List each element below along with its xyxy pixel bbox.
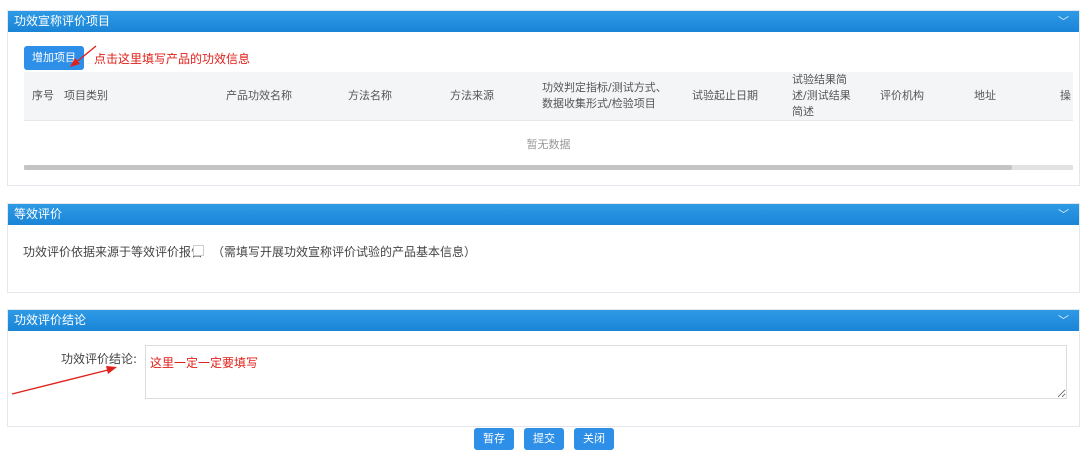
close-button[interactable]: 关闭 [574, 428, 614, 450]
add-project-button[interactable]: 增加项目 [24, 46, 84, 70]
equivalent-checkbox[interactable] [193, 245, 204, 256]
panel-header[interactable]: 功效宣称评价项目 ﹀ [8, 11, 1079, 32]
save-draft-button[interactable]: 暂存 [474, 428, 514, 450]
horizontal-scrollbar[interactable] [24, 165, 1073, 170]
table-empty-row: 暂无数据 [24, 121, 1073, 167]
panel-title: 功效评价结论 [14, 313, 87, 327]
col-test-dates: 试验起止日期 [682, 72, 782, 121]
col-category: 项目类别 [54, 72, 196, 121]
col-institution: 评价机构 [870, 72, 964, 121]
panel-title: 等效评价 [14, 207, 63, 221]
table-header-row: 序号 项目类别 产品功效名称 方法名称 方法来源 功效判定指标/测试方式、数据收… [24, 72, 1073, 121]
chevron-down-icon[interactable]: ﹀ [1058, 204, 1069, 225]
panel-header[interactable]: 等效评价 ﹀ [8, 204, 1079, 225]
conclusion-textarea[interactable]: 这里一定一定要填写 [145, 345, 1067, 399]
chevron-down-icon[interactable]: ﹀ [1058, 310, 1069, 331]
equivalent-label: 功效评价依据来源于等效评价报告 [23, 245, 204, 259]
panel-title: 功效宣称评价项目 [14, 14, 111, 28]
conclusion-label: 功效评价结论: [61, 352, 138, 366]
equivalent-note: （需填写开展功效宣称评价试验的产品基本信息） [212, 245, 477, 259]
col-action: 操 [1054, 72, 1073, 121]
col-indicator: 功效判定指标/测试方式、数据收集形式/检验项目 [532, 72, 682, 121]
col-address: 地址 [964, 72, 1054, 121]
panel-header[interactable]: 功效评价结论 ﹀ [8, 310, 1079, 331]
col-efficacy-name: 产品功效名称 [196, 72, 318, 121]
chevron-down-icon[interactable]: ﹀ [1058, 11, 1069, 32]
add-project-annotation: 点击这里填写产品的功效信息 [94, 52, 251, 66]
col-method-name: 方法名称 [318, 72, 440, 121]
efficacy-table: 序号 项目类别 产品功效名称 方法名称 方法来源 功效判定指标/测试方式、数据收… [24, 72, 1073, 167]
scrollbar-thumb[interactable] [24, 165, 1012, 170]
col-index: 序号 [24, 72, 54, 121]
col-method-source: 方法来源 [440, 72, 532, 121]
col-result-summary: 试验结果简述/测试结果简述 [782, 72, 870, 121]
submit-button[interactable]: 提交 [524, 428, 564, 450]
empty-text: 暂无数据 [526, 137, 571, 151]
